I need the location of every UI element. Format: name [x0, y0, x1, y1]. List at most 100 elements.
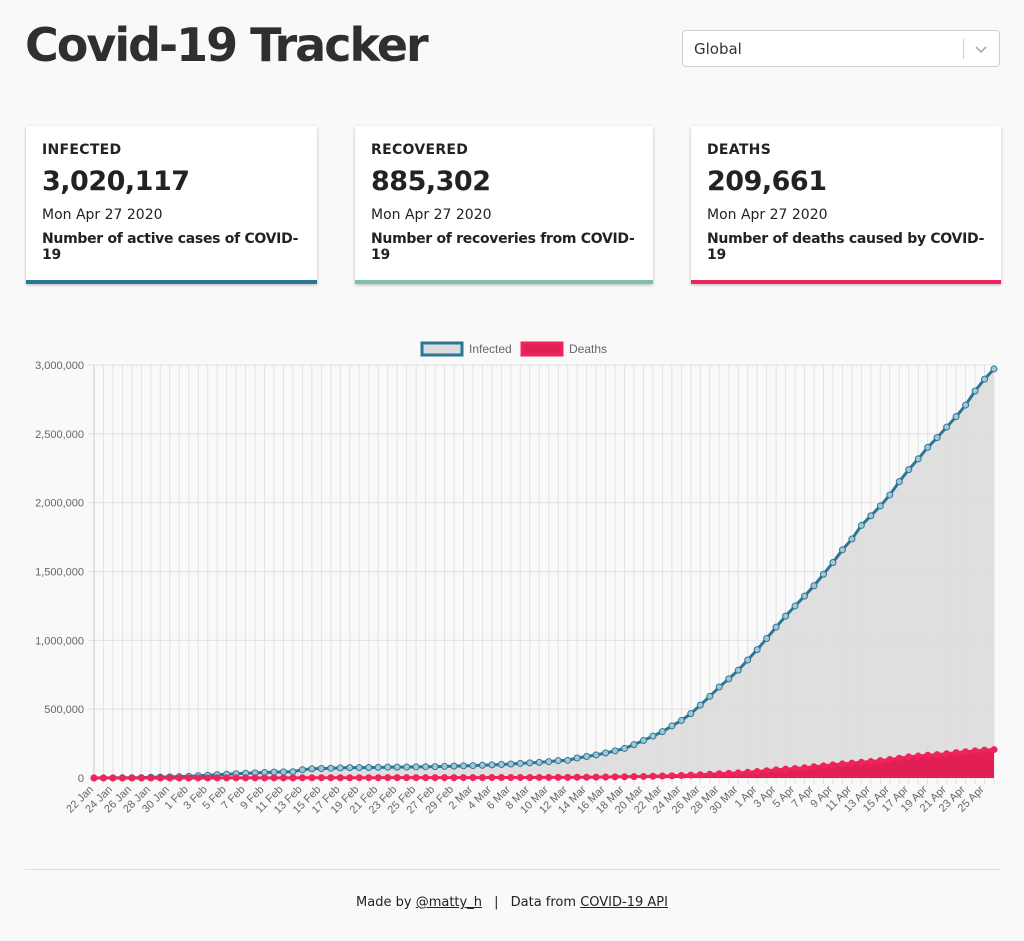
legend-label-infected: Infected	[469, 342, 512, 356]
region-select[interactable]: Global	[682, 30, 1000, 67]
data-point-deaths	[422, 774, 430, 782]
data-point-infected	[488, 761, 496, 769]
infected-card: INFECTED 3,020,117 Mon Apr 27 2020 Numbe…	[26, 126, 317, 284]
data-point-infected	[990, 365, 998, 373]
data-point-infected	[403, 763, 411, 771]
y-tick-label: 1,000,000	[35, 635, 84, 647]
data-point-deaths	[99, 774, 107, 782]
y-tick-label: 2,500,000	[35, 429, 84, 441]
data-point-infected	[365, 764, 373, 772]
data-point-infected	[810, 582, 818, 590]
data-point-infected	[336, 764, 344, 772]
data-point-deaths	[204, 774, 212, 782]
data-point-deaths	[886, 756, 894, 764]
data-point-deaths	[649, 772, 657, 780]
data-point-infected	[450, 762, 458, 770]
author-link[interactable]: @matty_h	[416, 895, 482, 910]
api-link[interactable]: COVID-19 API	[580, 895, 668, 910]
data-point-infected	[535, 758, 543, 766]
data-point-infected	[971, 387, 979, 395]
data-point-infected	[554, 757, 562, 765]
data-point-deaths	[801, 764, 809, 772]
data-point-deaths	[564, 773, 572, 781]
data-point-infected	[355, 764, 363, 772]
data-point-infected	[583, 753, 591, 761]
select-separator	[963, 39, 964, 59]
data-point-infected	[867, 512, 875, 520]
data-point-infected	[933, 434, 941, 442]
data-point-deaths	[516, 774, 524, 782]
data-point-deaths	[507, 774, 515, 782]
data-point-infected	[327, 764, 335, 772]
data-point-deaths	[469, 774, 477, 782]
data-point-infected	[744, 656, 752, 664]
data-point-deaths	[639, 772, 647, 780]
region-select-value: Global	[694, 40, 742, 58]
data-point-deaths	[535, 773, 543, 781]
data-point-infected	[507, 760, 515, 768]
y-tick-label: 500,000	[44, 704, 84, 716]
card-date: Mon Apr 27 2020	[371, 207, 492, 223]
data-point-infected	[886, 491, 894, 499]
data-point-deaths	[952, 749, 960, 757]
data-point-infected	[829, 559, 837, 567]
series-area-infected	[94, 368, 994, 778]
card-number: 209,661	[707, 166, 827, 197]
data-point-infected	[895, 478, 903, 486]
data-point-deaths	[914, 752, 922, 760]
data-point-deaths	[876, 757, 884, 765]
data-point-deaths	[696, 771, 704, 779]
data-point-deaths	[156, 774, 164, 782]
data-point-deaths	[223, 774, 231, 782]
data-point-deaths	[336, 774, 344, 782]
data-point-infected	[279, 768, 287, 776]
footer-made-by: Made by	[356, 895, 412, 910]
data-point-infected	[981, 375, 989, 383]
data-point-infected	[346, 764, 354, 772]
data-point-infected	[677, 716, 685, 724]
data-point-deaths	[583, 773, 591, 781]
y-tick-label: 2,000,000	[35, 498, 84, 510]
data-point-deaths	[990, 746, 998, 754]
recovered-card: RECOVERED 885,302 Mon Apr 27 2020 Number…	[355, 126, 653, 284]
data-point-deaths	[450, 774, 458, 782]
data-point-deaths	[772, 766, 780, 774]
data-point-infected	[592, 751, 600, 759]
data-point-deaths	[981, 746, 989, 754]
data-point-infected	[962, 401, 970, 409]
data-point-deaths	[213, 774, 221, 782]
data-point-deaths	[346, 774, 354, 782]
data-point-infected	[876, 502, 884, 510]
data-point-deaths	[715, 770, 723, 778]
data-point-deaths	[384, 774, 392, 782]
data-point-infected	[308, 765, 316, 773]
data-point-infected	[734, 666, 742, 674]
data-point-deaths	[137, 774, 145, 782]
data-point-infected	[763, 635, 771, 643]
data-point-deaths	[118, 774, 126, 782]
data-point-deaths	[403, 774, 411, 782]
data-point-infected	[706, 692, 714, 700]
data-point-infected	[621, 744, 629, 752]
data-point-deaths	[592, 773, 600, 781]
data-point-deaths	[90, 774, 98, 782]
data-point-infected	[857, 521, 865, 529]
data-point-deaths	[838, 760, 846, 768]
data-point-infected	[478, 761, 486, 769]
data-point-deaths	[365, 774, 373, 782]
data-point-infected	[696, 701, 704, 709]
data-point-deaths	[602, 773, 610, 781]
data-point-deaths	[109, 774, 117, 782]
data-point-deaths	[166, 774, 174, 782]
data-point-deaths	[753, 768, 761, 776]
footer-divider	[25, 869, 1000, 870]
data-point-infected	[526, 759, 534, 767]
card-label: DEATHS	[707, 142, 772, 158]
data-point-deaths	[232, 774, 240, 782]
data-point-infected	[791, 602, 799, 610]
card-date: Mon Apr 27 2020	[42, 207, 163, 223]
legend-label-deaths: Deaths	[569, 342, 607, 356]
data-point-deaths	[630, 773, 638, 781]
data-point-infected	[374, 763, 382, 771]
data-point-infected	[668, 722, 676, 730]
